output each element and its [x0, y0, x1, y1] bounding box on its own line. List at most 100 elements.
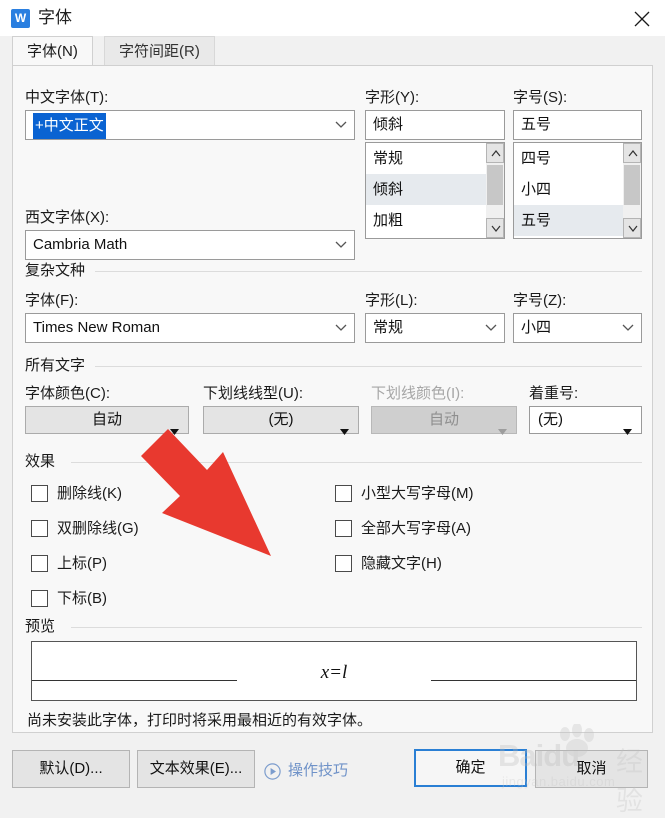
- dialog-title: 字体: [38, 8, 72, 27]
- complex-style-combo[interactable]: 常规: [365, 313, 505, 343]
- western-font-value: Cambria Math: [33, 236, 128, 253]
- complex-script-group-title: 复杂文种: [25, 262, 92, 280]
- font-style-value: 倾斜: [373, 116, 404, 133]
- checkbox-label: 下标(B): [57, 590, 107, 607]
- triangle-down-icon: [340, 418, 349, 444]
- list-item[interactable]: 常规: [366, 143, 486, 174]
- complex-size-combo[interactable]: 小四: [513, 313, 642, 343]
- chinese-font-value: +中文正文: [33, 113, 106, 139]
- checkbox-label: 隐藏文字(H): [361, 555, 442, 572]
- chinese-font-combo[interactable]: +中文正文: [25, 110, 355, 140]
- triangle-down-icon: [623, 418, 632, 444]
- group-divider: [95, 366, 642, 367]
- scroll-up-icon[interactable]: [623, 143, 641, 163]
- complex-size-value: 小四: [521, 319, 552, 336]
- font-style-listbox[interactable]: 常规 倾斜 加粗: [365, 142, 505, 239]
- ok-button[interactable]: 确定: [414, 749, 527, 787]
- checkbox-box[interactable]: [335, 555, 352, 572]
- western-font-label: 西文字体(X):: [25, 209, 110, 226]
- checkbox-box[interactable]: [31, 520, 48, 537]
- play-circle-icon: [264, 763, 281, 785]
- scroll-down-icon[interactable]: [623, 218, 641, 238]
- chevron-down-icon[interactable]: [622, 314, 634, 342]
- triangle-down-icon: [498, 418, 507, 444]
- scrollbar-thumb[interactable]: [487, 165, 503, 205]
- checkbox-label: 小型大写字母(M): [361, 485, 474, 502]
- group-divider: [71, 462, 642, 463]
- chevron-down-icon[interactable]: [335, 231, 347, 259]
- title-bar: W 字体: [0, 0, 665, 36]
- tab-strip: 字体(N) 字符间距(R): [0, 36, 665, 66]
- tab-character-spacing[interactable]: 字符间距(R): [104, 36, 215, 66]
- close-button[interactable]: [619, 0, 665, 36]
- effects-group-title: 效果: [25, 453, 62, 471]
- font-style-label: 字形(Y):: [365, 89, 420, 106]
- list-item[interactable]: 五号: [514, 205, 623, 236]
- preview-sample-text: x=l: [320, 662, 348, 683]
- tips-link[interactable]: 操作技巧: [264, 760, 374, 784]
- font-color-label: 字体颜色(C):: [25, 385, 110, 402]
- checkbox-label: 删除线(K): [57, 485, 122, 502]
- font-dialog: W 字体 字体(N) 字符间距(R) 中文字体(T): +中文正文 西文字体(X…: [0, 0, 665, 816]
- dialog-footer: 默认(D)... 文本效果(E)... 操作技巧 确定 取消: [0, 739, 665, 799]
- scroll-down-icon[interactable]: [486, 218, 504, 238]
- emphasis-mark-label: 着重号:: [529, 385, 579, 402]
- font-color-value: 自动: [91, 411, 122, 428]
- checkbox-box[interactable]: [335, 520, 352, 537]
- emphasis-mark-dropdown[interactable]: (无): [529, 406, 642, 435]
- cancel-button[interactable]: 取消: [535, 750, 648, 788]
- font-size-scrollbar[interactable]: [623, 143, 641, 238]
- font-missing-note: 尚未安装此字体，打印时将采用最相近的有效字体。: [27, 712, 373, 729]
- preview-group-title: 预览: [25, 618, 62, 636]
- chinese-font-label: 中文字体(T):: [25, 89, 109, 106]
- text-effects-button[interactable]: 文本效果(E)...: [137, 750, 255, 788]
- close-icon: [634, 11, 650, 27]
- checkbox-label: 全部大写字母(A): [361, 520, 471, 537]
- font-style-scrollbar[interactable]: [486, 143, 504, 238]
- underline-style-value: (无): [268, 411, 294, 428]
- list-item[interactable]: 小四: [514, 174, 623, 205]
- font-style-input[interactable]: 倾斜: [365, 110, 505, 140]
- font-size-label: 字号(S):: [513, 89, 568, 106]
- tips-link-label: 操作技巧: [288, 762, 349, 779]
- scrollbar-thumb[interactable]: [624, 165, 640, 205]
- underline-style-label: 下划线线型(U):: [203, 385, 303, 402]
- underline-color-dropdown: 自动: [371, 406, 517, 435]
- font-size-value: 五号: [521, 116, 552, 133]
- font-size-listbox[interactable]: 四号 小四 五号: [513, 142, 642, 239]
- scroll-up-icon[interactable]: [486, 143, 504, 163]
- group-divider: [95, 271, 642, 272]
- font-preview-box: x=l: [31, 641, 637, 701]
- tab-font[interactable]: 字体(N): [12, 36, 93, 66]
- chevron-down-icon[interactable]: [485, 314, 497, 342]
- font-size-input[interactable]: 五号: [513, 110, 642, 140]
- checkbox-box[interactable]: [31, 590, 48, 607]
- checkbox-label: 双删除线(G): [57, 520, 139, 537]
- underline-color-label: 下划线颜色(I):: [371, 385, 465, 402]
- checkbox-box[interactable]: [31, 485, 48, 502]
- complex-style-label: 字形(L):: [365, 292, 418, 309]
- list-item[interactable]: 加粗: [366, 205, 486, 236]
- all-text-group-title: 所有文字: [25, 357, 92, 375]
- complex-font-combo[interactable]: Times New Roman: [25, 313, 355, 343]
- wps-writer-icon: W: [11, 9, 30, 28]
- chevron-down-icon[interactable]: [335, 314, 347, 342]
- western-font-combo[interactable]: Cambria Math: [25, 230, 355, 260]
- font-color-dropdown[interactable]: 自动: [25, 406, 189, 435]
- list-item[interactable]: 倾斜: [366, 174, 486, 205]
- group-divider: [71, 627, 642, 628]
- dialog-body: 中文字体(T): +中文正文 西文字体(X): Cambria Math 字形(…: [12, 65, 653, 733]
- complex-font-label: 字体(F):: [25, 292, 79, 309]
- checkbox-label: 上标(P): [57, 555, 107, 572]
- checkbox-box[interactable]: [31, 555, 48, 572]
- complex-size-label: 字号(Z):: [513, 292, 567, 309]
- underline-color-value: 自动: [428, 411, 459, 428]
- list-item[interactable]: 四号: [514, 143, 623, 174]
- complex-style-value: 常规: [373, 319, 404, 336]
- chevron-down-icon[interactable]: [335, 111, 347, 139]
- checkbox-box[interactable]: [335, 485, 352, 502]
- underline-style-dropdown[interactable]: (无): [203, 406, 359, 435]
- complex-font-value: Times New Roman: [33, 319, 160, 336]
- triangle-down-icon: [170, 418, 179, 444]
- default-button[interactable]: 默认(D)...: [12, 750, 130, 788]
